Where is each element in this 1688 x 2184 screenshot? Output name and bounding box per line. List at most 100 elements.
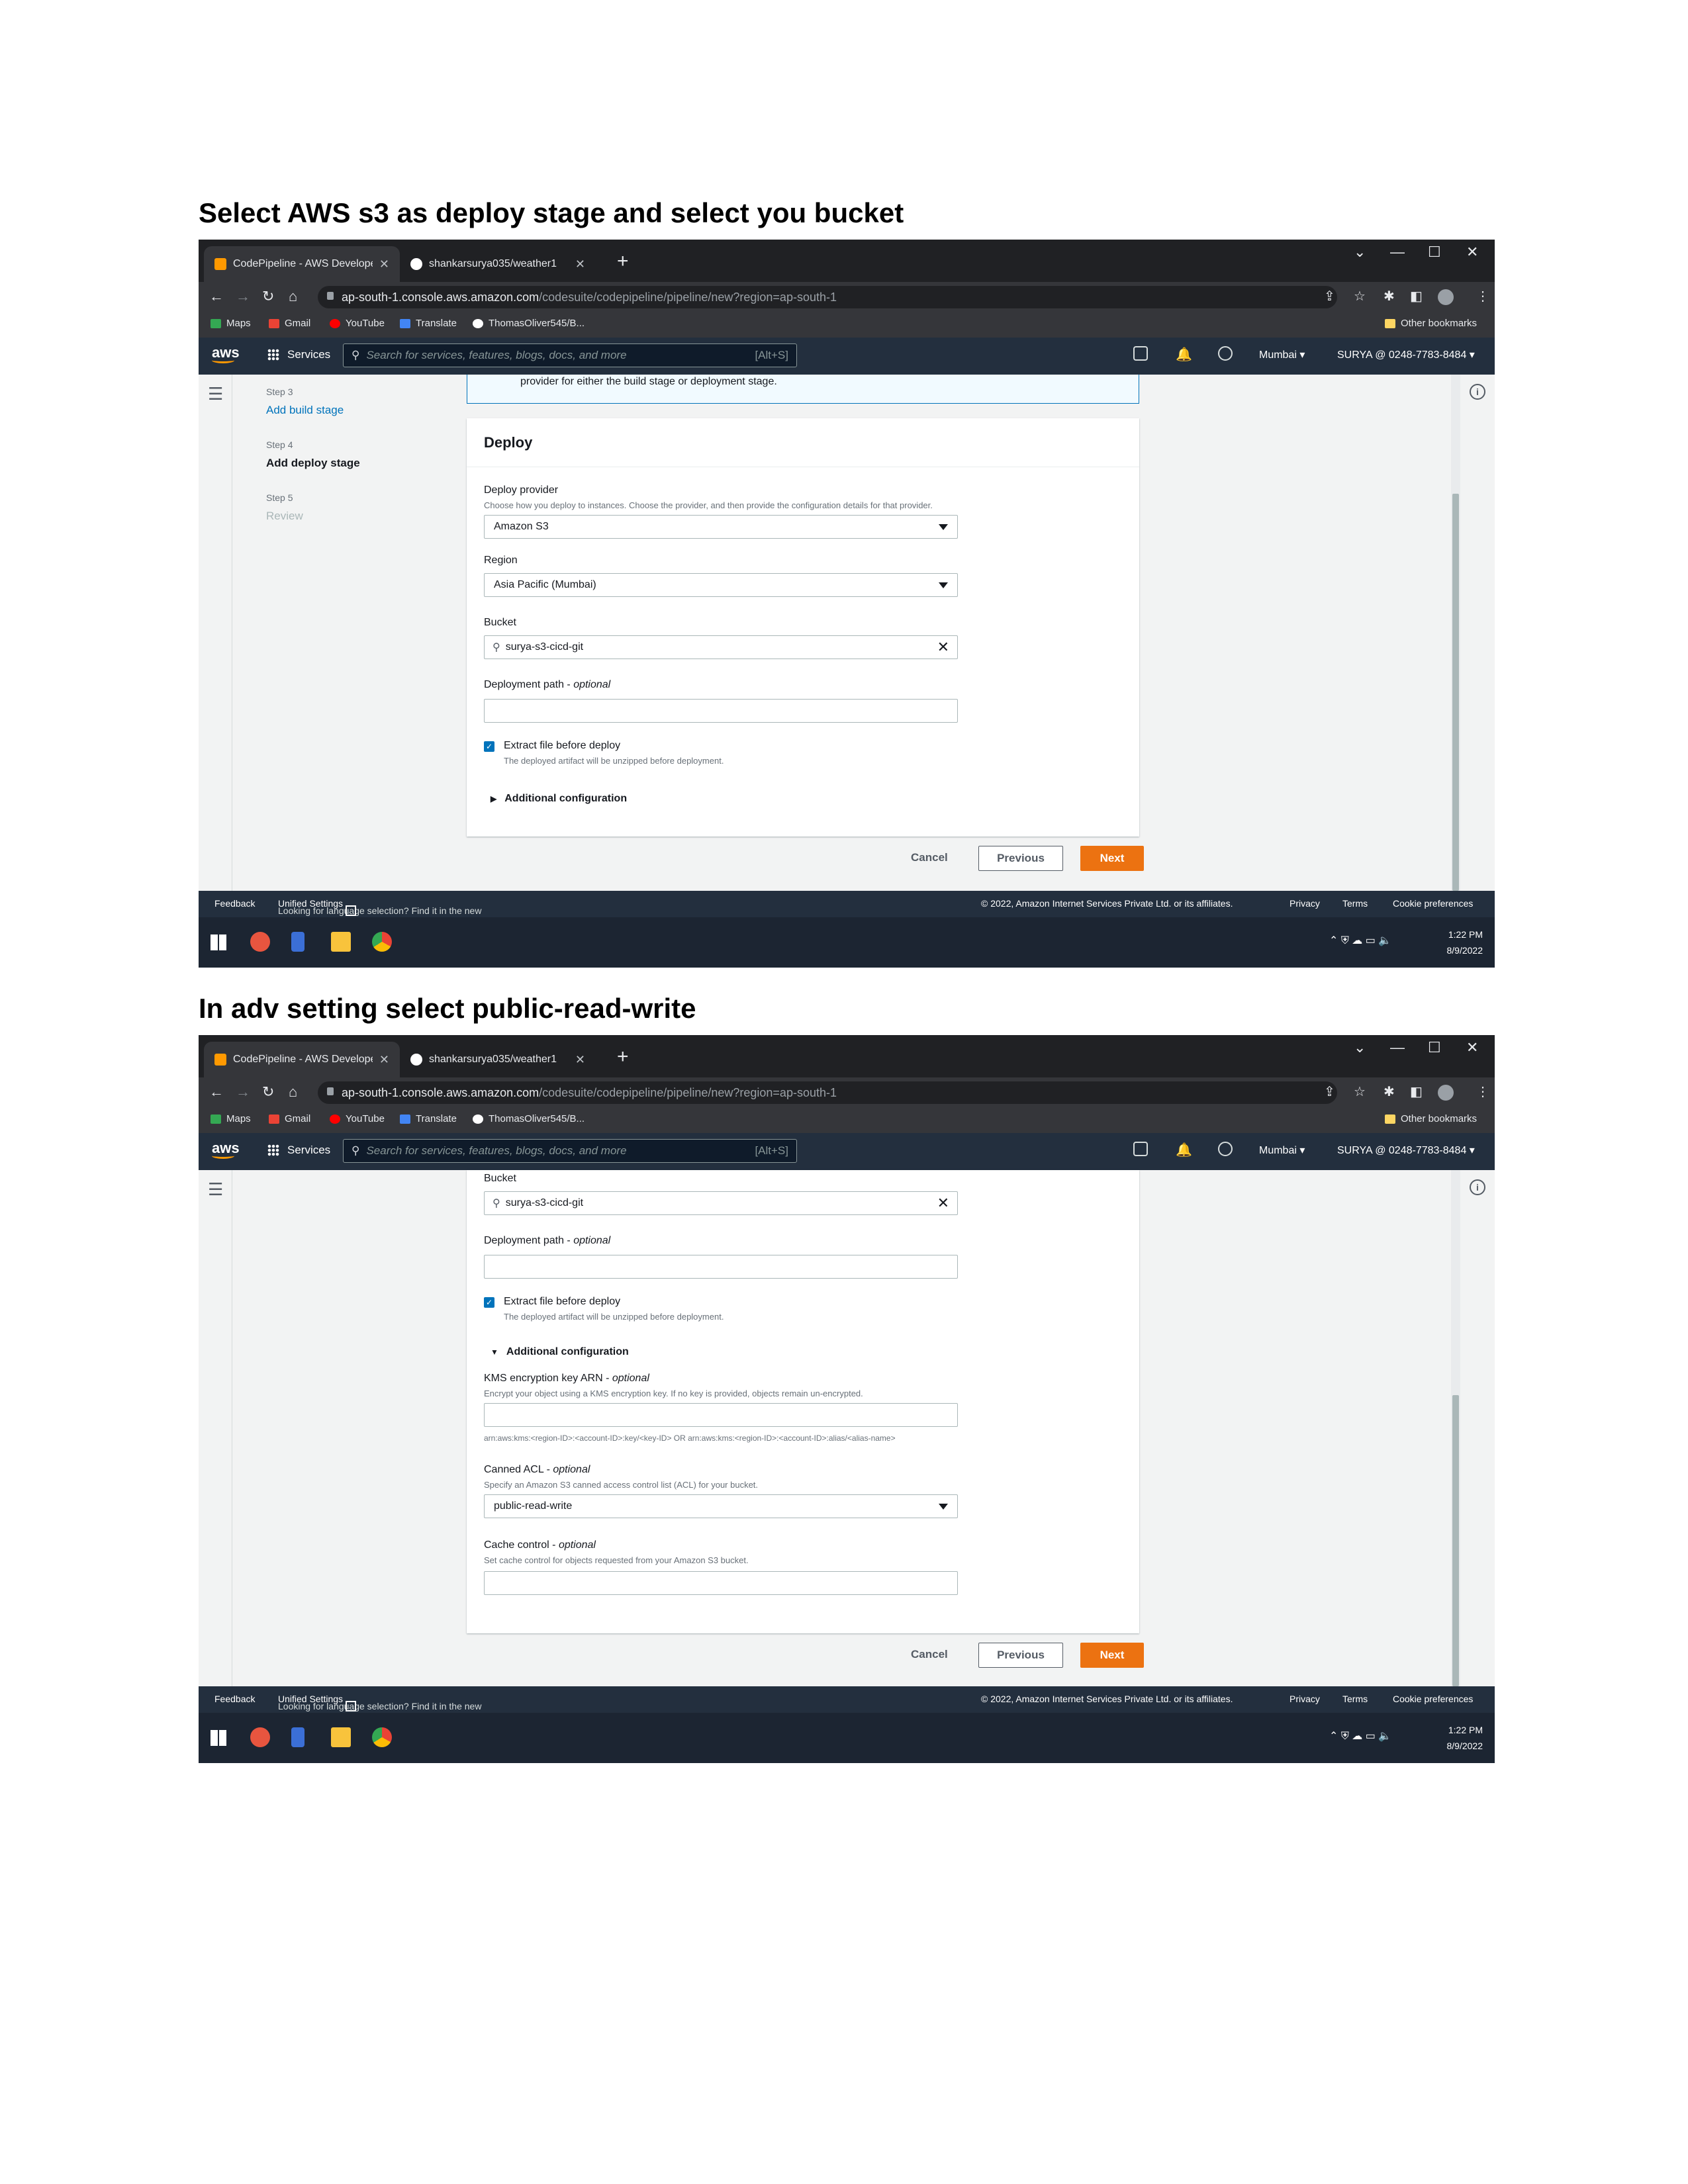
bookmark-translate[interactable]: Translate [400,1113,457,1124]
bookmark-github[interactable]: ThomasOliver545/B... [473,318,585,329]
windows-start-icon[interactable] [211,934,226,950]
windows-start-icon[interactable] [211,1730,226,1746]
extract-checkbox[interactable]: ✓ [484,1297,494,1308]
previous-button[interactable]: Previous [978,1643,1063,1668]
region-selector[interactable]: Mumbai ▾ [1259,348,1305,361]
cookie-preferences-link[interactable]: Cookie preferences [1393,898,1473,909]
aws-search-input[interactable]: ⚲ Search for services, features, blogs, … [343,343,797,367]
help-icon[interactable] [1218,346,1233,361]
url-field[interactable]: ap-south-1.console.aws.amazon.com/codesu… [318,286,1337,308]
back-icon[interactable]: ← [209,288,224,305]
terms-link[interactable]: Terms [1342,898,1368,909]
close-icon[interactable]: ✕ [379,1053,389,1067]
profile-avatar[interactable] [1438,1085,1454,1101]
system-tray-icons[interactable]: ⌃ ⛨ ☁ ▭ 🔈 [1329,934,1391,947]
info-icon[interactable]: i [1470,1179,1485,1195]
next-button[interactable]: Next [1080,846,1144,871]
clear-icon[interactable]: ✕ [937,1195,949,1212]
star-icon[interactable]: ☆ [1354,1083,1366,1100]
star-icon[interactable]: ☆ [1354,288,1366,304]
chrome-icon[interactable] [372,1727,392,1747]
file-explorer-icon[interactable] [331,1727,351,1747]
menu-kebab-icon[interactable]: ⋮ [1476,1083,1489,1100]
share-icon[interactable]: ⇪ [1324,1083,1335,1100]
reload-icon[interactable]: ↻ [262,288,274,305]
cloudshell-icon[interactable] [1133,346,1148,361]
account-menu[interactable]: SURYA @ 0248-7783-8484 ▾ [1337,1144,1475,1157]
clock[interactable]: 1:22 PM 8/9/2022 [1447,927,1483,958]
bucket-input[interactable]: ⚲ surya-s3-cicd-git ✕ [484,1191,958,1215]
tab-codepipeline[interactable]: CodePipeline - AWS Developer T ✕ [204,246,400,282]
app-icon-1[interactable] [250,1727,270,1747]
next-button[interactable]: Next [1080,1643,1144,1668]
extract-checkbox[interactable]: ✓ [484,741,494,752]
info-icon[interactable]: i [1470,384,1485,400]
additional-configuration-toggle[interactable]: ▶ Additional configuration [491,793,627,805]
system-tray-icons[interactable]: ⌃ ⛨ ☁ ▭ 🔈 [1329,1729,1391,1743]
bell-icon[interactable]: 🔔 [1176,346,1192,362]
forward-icon[interactable]: → [236,1083,250,1101]
close-icon[interactable]: ✕ [379,257,389,271]
step-add-build-stage[interactable]: Add build stage [266,404,344,417]
account-menu[interactable]: SURYA @ 0248-7783-8484 ▾ [1337,348,1475,361]
tab-search-icon[interactable]: ⌄ [1354,244,1366,261]
bucket-input[interactable]: ⚲ surya-s3-cicd-git ✕ [484,635,958,659]
extensions-icon[interactable]: ✱ [1383,1083,1395,1100]
share-icon[interactable]: ⇪ [1324,288,1335,304]
cancel-button[interactable]: Cancel [911,851,948,864]
cache-control-input[interactable] [484,1571,958,1595]
window-close-icon[interactable]: ✕ [1466,1039,1478,1056]
clock[interactable]: 1:22 PM 8/9/2022 [1447,1722,1483,1754]
minimize-icon[interactable]: — [1390,1039,1405,1056]
close-icon[interactable]: ✕ [575,1053,585,1067]
region-selector[interactable]: Mumbai ▾ [1259,1144,1305,1157]
reload-icon[interactable]: ↻ [262,1083,274,1101]
bookmark-maps[interactable]: Maps [211,318,251,329]
scrollbar[interactable] [1451,1170,1460,1686]
new-tab-button[interactable]: + [617,1046,629,1068]
profile-avatar[interactable] [1438,289,1454,305]
services-menu[interactable]: Services [267,1144,330,1157]
app-icon-2[interactable] [291,932,305,952]
deployment-path-input[interactable] [484,1255,958,1279]
privacy-link[interactable]: Privacy [1289,898,1320,909]
menu-icon[interactable]: ☰ [208,1179,223,1200]
new-tab-button[interactable]: + [617,250,629,273]
forward-icon[interactable]: → [236,288,250,305]
bookmark-gmail[interactable]: Gmail [269,1113,310,1124]
feedback-link[interactable]: Feedback [214,1694,255,1704]
bookmark-github[interactable]: ThomasOliver545/B... [473,1113,585,1124]
window-close-icon[interactable]: ✕ [1466,244,1478,261]
cookie-preferences-link[interactable]: Cookie preferences [1393,1694,1473,1704]
menu-icon[interactable]: ☰ [208,384,223,404]
tab-codepipeline[interactable]: CodePipeline - AWS Developer T ✕ [204,1042,400,1077]
bell-icon[interactable]: 🔔 [1176,1142,1192,1158]
region-select[interactable]: Asia Pacific (Mumbai) [484,573,958,597]
other-bookmarks[interactable]: Other bookmarks [1385,1113,1477,1124]
back-icon[interactable]: ← [209,1083,224,1101]
maximize-icon[interactable]: ☐ [1428,244,1441,261]
sidepanel-icon[interactable]: ◧ [1410,1083,1423,1100]
deployment-path-input[interactable] [484,699,958,723]
aws-search-input[interactable]: ⚲ Search for services, features, blogs, … [343,1139,797,1163]
home-icon[interactable]: ⌂ [289,288,297,305]
feedback-link[interactable]: Feedback [214,898,255,909]
chrome-icon[interactable] [372,932,392,952]
clear-icon[interactable]: ✕ [937,639,949,656]
home-icon[interactable]: ⌂ [289,1083,297,1101]
extensions-icon[interactable]: ✱ [1383,288,1395,304]
aws-logo[interactable]: aws [212,344,240,363]
canned-acl-select[interactable]: public-read-write [484,1494,958,1518]
kms-input[interactable] [484,1403,958,1427]
scrollbar[interactable] [1451,375,1460,891]
file-explorer-icon[interactable] [331,932,351,952]
close-icon[interactable]: ✕ [575,257,585,271]
menu-kebab-icon[interactable]: ⋮ [1476,288,1489,304]
bookmark-translate[interactable]: Translate [400,318,457,329]
bookmark-maps[interactable]: Maps [211,1113,251,1124]
tab-search-icon[interactable]: ⌄ [1354,1039,1366,1056]
cloudshell-icon[interactable] [1133,1142,1148,1156]
tab-github[interactable]: shankarsurya035/weather1 ✕ [400,246,596,282]
cancel-button[interactable]: Cancel [911,1648,948,1661]
services-menu[interactable]: Services [267,348,330,361]
